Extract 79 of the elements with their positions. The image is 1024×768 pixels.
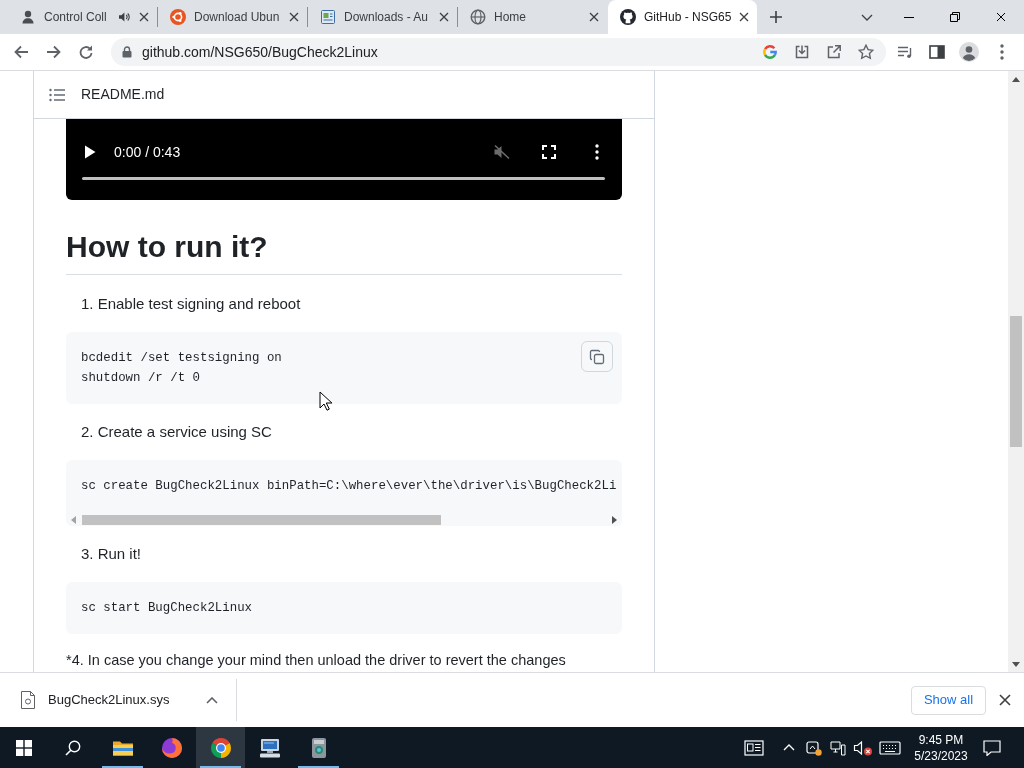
scroll-up-icon[interactable]	[1012, 76, 1020, 82]
video-time: 0:00 / 0:43	[114, 142, 181, 162]
star-icon[interactable]	[858, 44, 874, 60]
keyboard-icon[interactable]	[879, 740, 901, 755]
browser-tab[interactable]: Home	[458, 0, 607, 34]
cat-logo-icon	[620, 9, 636, 25]
code-text: sc start BugCheck2Linux	[81, 600, 253, 617]
taskbar-app-button[interactable]	[196, 727, 245, 768]
close-icon[interactable]	[139, 12, 149, 22]
globe-icon	[470, 9, 486, 25]
address-bar[interactable]: github.com/NSG650/BugCheck2Linux	[111, 38, 886, 66]
speaker-icon[interactable]	[118, 11, 130, 23]
network-icon[interactable]	[830, 739, 846, 756]
share-icon[interactable]	[826, 44, 842, 60]
caret-up-icon[interactable]	[206, 696, 218, 704]
code-text: sc create BugCheck2Linux binPath=C:\where\ever\the\driver\is\BugCheck2Li	[81, 478, 617, 495]
clock-date[interactable]: 5/23/2023	[914, 747, 968, 764]
browser-tab[interactable]: Download Ubun	[158, 0, 307, 34]
restore-icon[interactable]	[950, 12, 960, 22]
scrollbar-thumb[interactable]	[1010, 316, 1022, 447]
browser-tab[interactable]: Control Coll	[8, 0, 157, 34]
browser-tab[interactable]: Downloads - Au	[308, 0, 457, 34]
step-text: 3. Run it!	[80, 544, 143, 564]
step-text: 2. Create a service using SC	[80, 422, 273, 442]
note-text: *4. In case you change your mind then unload the driver to revert the changes	[66, 651, 567, 670]
scrollbar-thumb[interactable]	[82, 514, 441, 525]
media-list-icon[interactable]	[897, 44, 913, 60]
play-icon[interactable]	[84, 145, 96, 159]
step-text: 1. Enable test signing and reboot	[80, 294, 302, 314]
video-progress-track[interactable]	[82, 177, 605, 180]
tricolor-wheel-icon	[209, 736, 232, 759]
chevron-up-icon[interactable]	[783, 744, 795, 751]
muted-speaker-icon[interactable]	[852, 739, 872, 756]
forward-arrow-icon[interactable]	[45, 44, 62, 60]
side-panel-icon[interactable]	[929, 45, 945, 59]
clock-time[interactable]: 9:45 PM	[918, 731, 964, 748]
copy-button[interactable]	[581, 341, 613, 372]
windows-logo-icon[interactable]	[16, 739, 32, 756]
browser-tab[interactable]: GitHub - NSG65	[608, 0, 757, 34]
video-player[interactable]: 0:00 / 0:43	[66, 119, 622, 200]
user-icon	[20, 9, 36, 25]
close-icon[interactable]	[439, 12, 449, 22]
file-icon	[21, 691, 35, 709]
show-all-button[interactable]: Show all	[911, 685, 986, 715]
kebab-menu-icon[interactable]	[999, 44, 1004, 60]
notification-icon[interactable]	[983, 739, 1001, 756]
copy-icon	[589, 348, 605, 365]
reload-icon[interactable]	[78, 44, 94, 60]
back-arrow-icon[interactable]	[13, 44, 29, 60]
chevron-down-icon[interactable]	[861, 13, 873, 21]
close-icon[interactable]	[289, 12, 299, 22]
scroll-right-icon[interactable]	[612, 515, 617, 524]
circle-logo-icon	[170, 9, 186, 25]
list-icon[interactable]	[49, 87, 65, 102]
search-icon[interactable]	[65, 739, 81, 756]
g-logo-icon[interactable]	[762, 44, 778, 60]
close-icon[interactable]	[589, 12, 599, 22]
install-icon[interactable]	[794, 44, 810, 60]
minimize-icon[interactable]	[904, 16, 914, 18]
vertical-scrollbar[interactable]	[1008, 71, 1024, 672]
tray-app-icon[interactable]	[806, 739, 822, 756]
file-title: README.md	[81, 85, 165, 104]
package-icon	[309, 736, 328, 759]
close-icon[interactable]	[996, 12, 1006, 22]
close-icon[interactable]	[739, 12, 749, 22]
kebab-menu-icon[interactable]	[595, 144, 599, 160]
section-heading: How to run it?	[66, 228, 622, 275]
scroll-down-icon[interactable]	[1012, 661, 1020, 667]
download-file-name[interactable]: BugCheck2Linux.sys	[48, 690, 170, 710]
fullscreen-icon[interactable]	[542, 145, 556, 159]
document-icon	[320, 9, 336, 25]
avatar-icon[interactable]	[959, 42, 979, 62]
monitor-icon	[258, 737, 281, 758]
code-text: bcdedit /set testsigning on shutdown /r /t 0	[81, 350, 282, 387]
flame-globe-icon	[160, 736, 183, 759]
lock-icon[interactable]	[122, 46, 132, 58]
plus-icon[interactable]	[769, 10, 783, 24]
close-icon[interactable]	[999, 694, 1011, 706]
news-icon[interactable]	[744, 739, 764, 756]
